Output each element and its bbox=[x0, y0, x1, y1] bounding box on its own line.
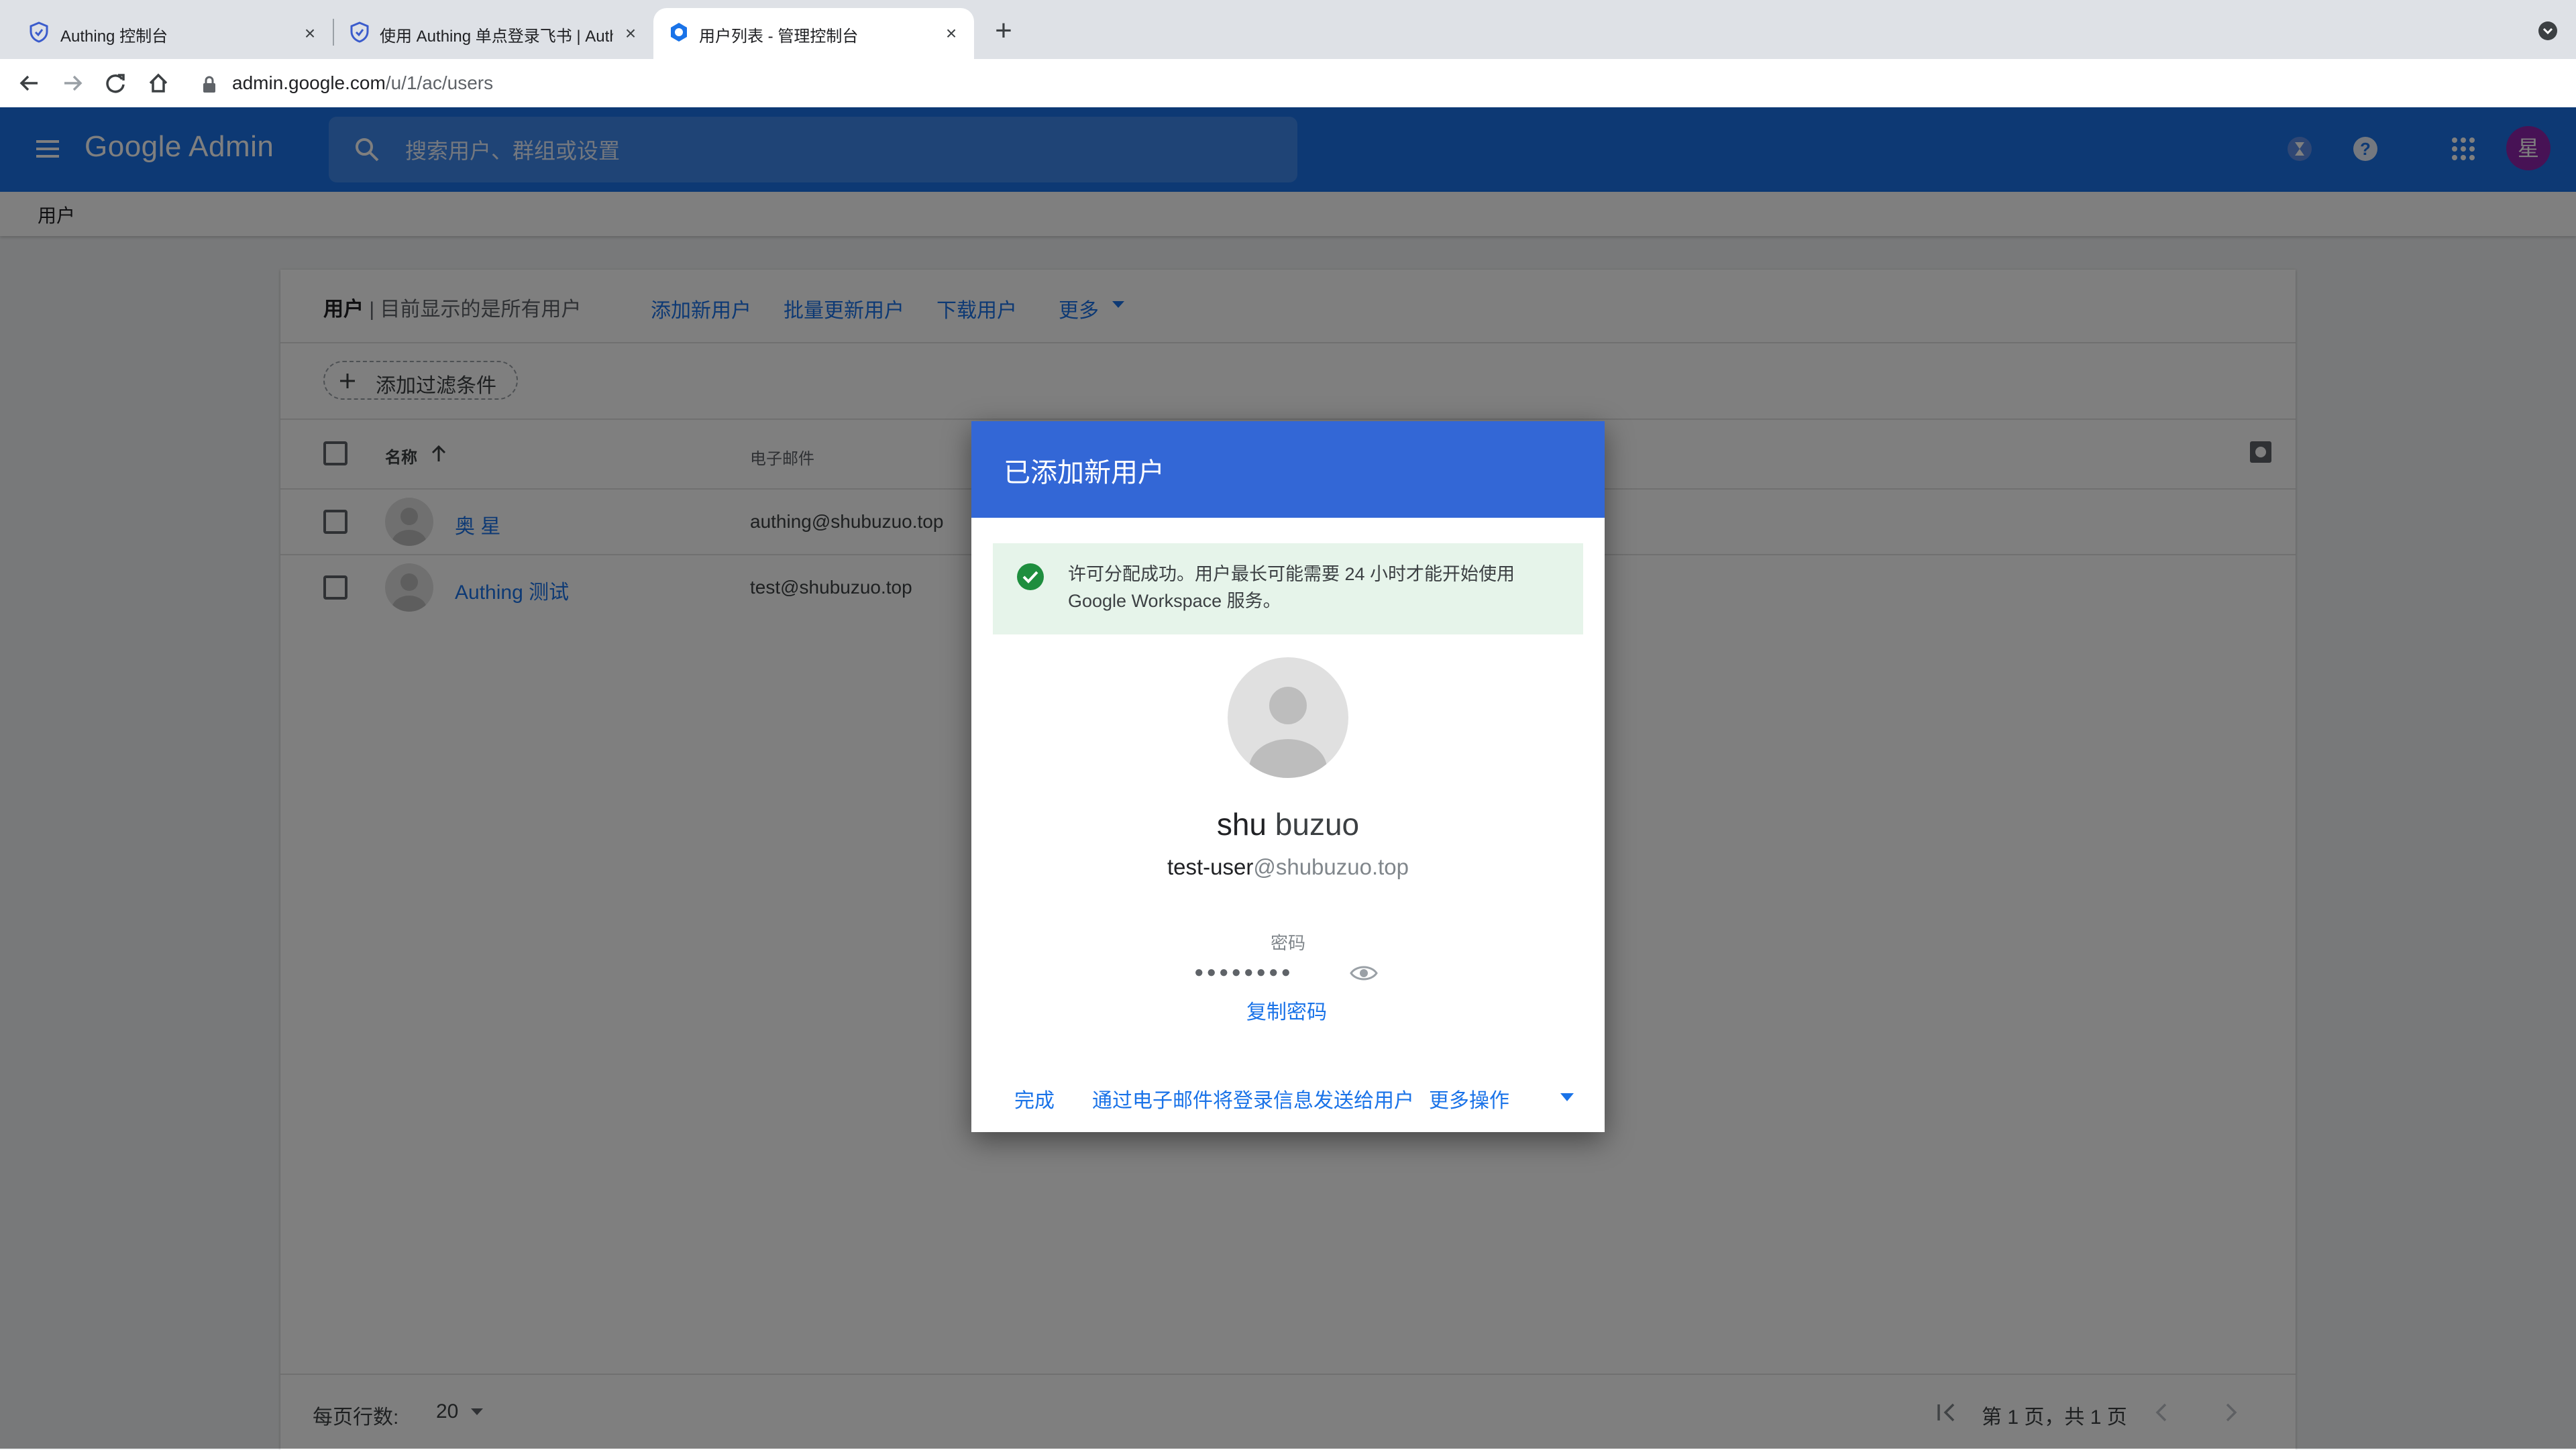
home-icon[interactable] bbox=[142, 67, 174, 99]
new-tab-button[interactable]: + bbox=[987, 16, 1020, 48]
last-name: buzuo bbox=[1275, 807, 1360, 842]
authing-shield-icon bbox=[30, 21, 48, 43]
url-host: admin.google.com bbox=[232, 72, 386, 93]
back-icon[interactable] bbox=[13, 67, 46, 99]
email-domain: @shubuzuo.top bbox=[1253, 854, 1409, 879]
email-username: test-user bbox=[1167, 854, 1254, 879]
tab-title: 使用 Authing 单点登录飞书 | Authing bbox=[380, 27, 613, 46]
person-avatar-icon bbox=[1249, 687, 1327, 778]
user-full-name: shu buzuo bbox=[971, 806, 1605, 842]
password-mask: ●●●●●●●● bbox=[1194, 963, 1293, 981]
tab-authing-feishu-sso[interactable]: 使用 Authing 单点登录飞书 | Authing × bbox=[334, 8, 651, 59]
user-email-address: test-user@shubuzuo.top bbox=[971, 854, 1605, 880]
first-name: shu bbox=[1216, 807, 1267, 842]
tab-close-icon[interactable]: × bbox=[617, 20, 644, 47]
browser-tab-strip: Authing 控制台 × 使用 Authing 单点登录飞书 | Authin… bbox=[0, 0, 2576, 59]
dialog-header: 已添加新用户 bbox=[971, 421, 1605, 518]
tab-title: 用户列表 - 管理控制台 bbox=[699, 27, 859, 46]
lock-icon[interactable] bbox=[201, 75, 217, 94]
tab-authing-console[interactable]: Authing 控制台 × bbox=[12, 8, 327, 59]
avatar bbox=[1228, 657, 1348, 778]
tab-close-icon[interactable]: × bbox=[297, 20, 323, 47]
google-admin-icon bbox=[671, 23, 687, 42]
address-bar[interactable]: admin.google.com/u/1/ac/users bbox=[232, 64, 493, 102]
success-banner: 许可分配成功。用户最长可能需要 24 小时才能开始使用 Google Works… bbox=[993, 543, 1583, 634]
forward-icon[interactable] bbox=[56, 67, 89, 99]
tab-google-admin-users[interactable]: 用户列表 - 管理控制台 × bbox=[653, 8, 974, 59]
tab-close-icon[interactable]: × bbox=[938, 20, 965, 47]
eye-icon[interactable] bbox=[1350, 963, 1378, 983]
done-button[interactable]: 完成 bbox=[1014, 1084, 1055, 1113]
authing-shield-icon bbox=[350, 21, 369, 43]
tab-search-icon[interactable] bbox=[2537, 20, 2559, 42]
more-actions-button[interactable]: 更多操作 bbox=[1429, 1084, 1509, 1113]
check-circle-icon bbox=[1017, 563, 1044, 590]
browser-toolbar: admin.google.com/u/1/ac/users 5 bbox=[0, 59, 2576, 157]
send-login-email-button[interactable]: 通过电子邮件将登录信息发送给用户 bbox=[1092, 1084, 1414, 1113]
chevron-down-icon[interactable] bbox=[1559, 1092, 1575, 1103]
tab-title: Authing 控制台 bbox=[60, 27, 168, 46]
banner-text: 许可分配成功。用户最长可能需要 24 小时才能开始使用 Google Works… bbox=[1068, 564, 1515, 611]
reload-icon[interactable] bbox=[99, 67, 131, 99]
password-label: 密码 bbox=[1270, 933, 1305, 953]
url-path: /u/1/ac/users bbox=[385, 72, 494, 93]
dialog-title: 已添加新用户 bbox=[1004, 458, 1165, 488]
copy-password-button[interactable]: 复制密码 bbox=[971, 995, 1602, 1025]
new-user-dialog: 已添加新用户 许可分配成功。用户最长可能需要 24 小时才能开始使用 Googl… bbox=[971, 421, 1605, 1132]
